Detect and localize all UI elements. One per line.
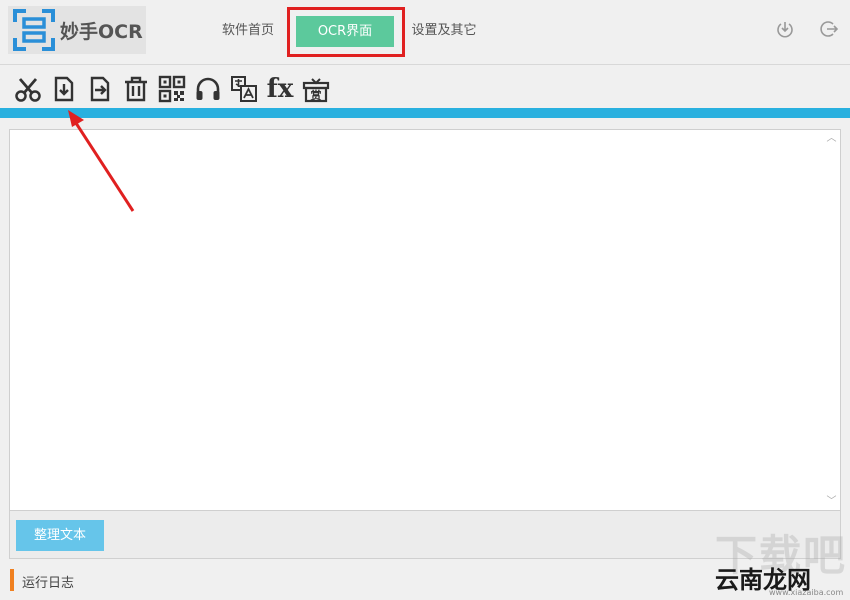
- app-title: 妙手OCR: [60, 20, 143, 43]
- headphones-icon: [196, 77, 220, 100]
- tidy-text-button[interactable]: 整理文本: [16, 520, 104, 551]
- reward-label: 赏: [311, 88, 322, 102]
- ocr-scan-logo-icon: [13, 9, 55, 51]
- export-icon: [90, 76, 110, 102]
- tab-ocr[interactable]: OCR界面: [296, 16, 394, 47]
- header-divider: [0, 64, 850, 65]
- ocr-result-textarea[interactable]: ︿ ﹀: [9, 129, 841, 511]
- import-icon: [54, 76, 74, 102]
- trash-icon: [125, 76, 147, 102]
- tab-home[interactable]: 软件首页: [210, 16, 286, 46]
- download-circle-icon[interactable]: [776, 20, 794, 38]
- fx-formula-icon: fx: [266, 74, 294, 104]
- scroll-up-icon[interactable]: ︿: [826, 133, 837, 144]
- scroll-down-icon[interactable]: ﹀: [826, 496, 837, 507]
- vertical-scrollbar[interactable]: ︿ ﹀: [823, 130, 840, 510]
- export-button[interactable]: [82, 73, 118, 105]
- toolbar: fx 赏: [10, 73, 334, 105]
- clear-button[interactable]: [118, 73, 154, 105]
- accent-bar: [0, 108, 850, 118]
- translate-icon: [231, 76, 257, 102]
- read-aloud-button[interactable]: [190, 73, 226, 105]
- watermark-domain: www.xiazaiba.com: [769, 588, 844, 597]
- import-button[interactable]: [46, 73, 82, 105]
- translate-button[interactable]: [226, 73, 262, 105]
- scissors-icon: [15, 78, 41, 102]
- qr-code-button[interactable]: [154, 73, 190, 105]
- tab-settings[interactable]: 设置及其它: [404, 16, 484, 46]
- log-marker: [10, 569, 14, 591]
- qr-code-icon: [158, 75, 186, 103]
- screenshot-button[interactable]: [10, 73, 46, 105]
- reward-button[interactable]: 赏: [298, 73, 334, 105]
- formula-button[interactable]: fx: [262, 73, 298, 105]
- header: 妙手OCR 软件首页 OCR界面 设置及其它: [0, 0, 850, 64]
- app-logo: 妙手OCR: [8, 6, 146, 54]
- run-log-label[interactable]: 运行日志: [22, 572, 74, 591]
- reward-gift-icon: 赏: [302, 78, 330, 103]
- logout-icon[interactable]: [820, 20, 838, 38]
- watermark: 下载吧 云南龙网 www.xiazaiba.com: [705, 520, 850, 600]
